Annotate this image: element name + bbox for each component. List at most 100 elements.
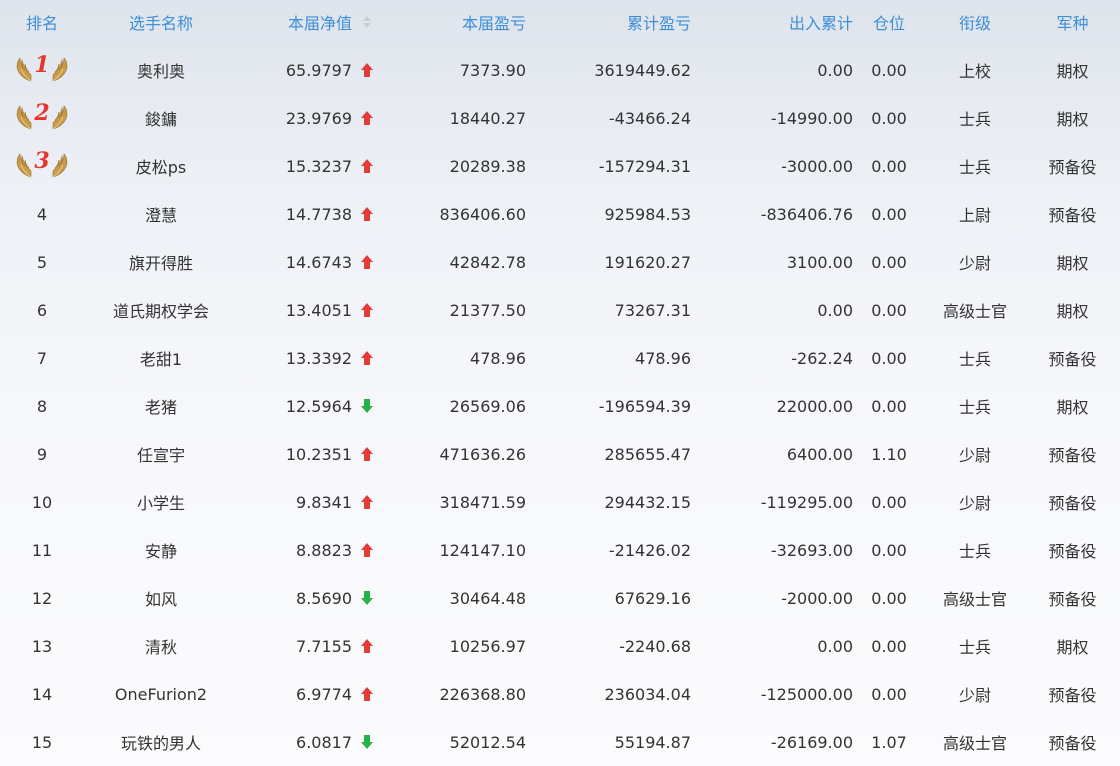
header-cum-pnl[interactable]: 累计盈亏	[526, 0, 691, 44]
table-row[interactable]: 7 老甜1 13.3392 478.96 478.96 -262.24 0.00 士兵 预备役	[0, 334, 1120, 382]
table-row[interactable]: 10 小学生 9.8341 318471.59 294432.15 -119295.00 0…	[0, 478, 1120, 526]
cum-flow-value: -3000.00	[781, 156, 853, 176]
trend-up-icon	[360, 351, 374, 365]
branch-value: 预备役	[1048, 206, 1097, 225]
cum-flow-value: 0.00	[817, 60, 853, 80]
header-position[interactable]: 仓位	[853, 0, 925, 44]
title-rank-value: 士兵	[958, 398, 991, 417]
trend-cell	[352, 334, 382, 382]
rank-number: 10	[31, 492, 53, 512]
header-name[interactable]: 选手名称	[84, 0, 238, 44]
player-name[interactable]: 如风	[84, 574, 238, 622]
trend-cell	[352, 382, 382, 430]
header-branch[interactable]: 军种	[1025, 0, 1120, 44]
player-name[interactable]: 老甜1	[84, 334, 238, 382]
table-row[interactable]: 13 清秋 7.7155 10256.97 -2240.68 0.00 0.00 士兵 期权	[0, 622, 1120, 670]
player-name[interactable]: 安静	[84, 526, 238, 574]
trend-cell	[352, 286, 382, 334]
table-row[interactable]: 1 奥利奥 65.9797 7373.90 3619449.62 0.00 0.00 上校 期权	[0, 46, 1120, 94]
table-row[interactable]: 5 旗开得胜 14.6743 42842.78 191620.27 3100.00 0.00…	[0, 238, 1120, 286]
title-rank-value: 高级士官	[942, 590, 1007, 609]
position-value: 0.00	[871, 300, 907, 320]
nav-value: 14.7738	[285, 204, 352, 224]
cum-pnl-value: -157294.31	[598, 156, 691, 176]
branch-value: 预备役	[1048, 542, 1097, 561]
cum-flow-value: 3100.00	[786, 252, 853, 272]
nav-value: 65.9797	[285, 60, 352, 80]
cum-flow-value: -14990.00	[770, 108, 853, 128]
player-name[interactable]: OneFurion2	[84, 670, 238, 718]
cum-flow-value: 22000.00	[776, 396, 853, 416]
player-name[interactable]: 奥利奥	[84, 46, 238, 94]
sort-icon[interactable]	[352, 0, 382, 44]
branch-value: 预备役	[1048, 446, 1097, 465]
nav-value: 8.8823	[296, 540, 352, 560]
table-row[interactable]: 12 如风 8.5690 30464.48 67629.16 -2000.00 0.00 高级…	[0, 574, 1120, 622]
nav-value: 23.9769	[285, 108, 352, 128]
cum-pnl-value: 67629.16	[614, 588, 691, 608]
table-row[interactable]: 3 皮松ps 15.3237 20289.38 -157294.31 -3000.00 0.…	[0, 142, 1120, 190]
cum-flow-value: -32693.00	[770, 540, 853, 560]
rank-number: 7	[36, 348, 48, 368]
player-name[interactable]: 澄慧	[84, 190, 238, 238]
trend-cell	[352, 430, 382, 478]
branch-value: 期权	[1056, 302, 1089, 321]
header-cum-flow[interactable]: 出入累计	[691, 0, 853, 44]
trend-cell	[352, 718, 382, 766]
trend-up-icon	[360, 207, 374, 221]
header-nav[interactable]: 本届净值	[238, 0, 352, 44]
table-row[interactable]: 2 鋑鏞 23.9769 18440.27 -43466.24 -14990.00 0.00…	[0, 94, 1120, 142]
pnl-value: 7373.90	[459, 60, 526, 80]
branch-value: 预备役	[1048, 350, 1097, 369]
nav-value: 15.3237	[285, 156, 352, 176]
trend-down-icon	[360, 399, 374, 413]
rank-number: 6	[36, 300, 48, 320]
pnl-value: 226368.80	[439, 684, 526, 704]
table-row[interactable]: 4 澄慧 14.7738 836406.60 925984.53 -836406.76 0.…	[0, 190, 1120, 238]
table-row[interactable]: 8 老猪 12.5964 26569.06 -196594.39 22000.00 0.00…	[0, 382, 1120, 430]
player-name[interactable]: 旗开得胜	[84, 238, 238, 286]
player-name[interactable]: 鋑鏞	[84, 94, 238, 142]
cum-flow-value: -125000.00	[760, 684, 853, 704]
header-pnl[interactable]: 本届盈亏	[382, 0, 526, 44]
wing-left-icon	[15, 105, 33, 131]
cum-pnl-value: 191620.27	[604, 252, 691, 272]
position-value: 0.00	[871, 108, 907, 128]
title-rank-value: 少尉	[958, 494, 991, 513]
title-rank-value: 士兵	[958, 542, 991, 561]
cum-pnl-value: 478.96	[635, 348, 691, 368]
player-name[interactable]: 任宣宇	[84, 430, 238, 478]
table-row[interactable]: 11 安静 8.8823 124147.10 -21426.02 -32693.00 0.0…	[0, 526, 1120, 574]
pnl-value: 21377.50	[449, 300, 526, 320]
position-value: 0.00	[871, 348, 907, 368]
pnl-value: 18440.27	[449, 108, 526, 128]
rank-number: 3	[34, 148, 50, 174]
player-name[interactable]: 道氏期权学会	[84, 286, 238, 334]
table-row[interactable]: 14 OneFurion2 6.9774 226368.80 236034.04 -125…	[0, 670, 1120, 718]
table-row[interactable]: 6 道氏期权学会 13.4051 21377.50 73267.31 0.00 0.00 高级…	[0, 286, 1120, 334]
branch-value: 预备役	[1048, 590, 1097, 609]
player-name[interactable]: 清秋	[84, 622, 238, 670]
trend-up-icon	[360, 543, 374, 557]
player-name[interactable]: 皮松ps	[84, 142, 238, 190]
pnl-value: 30464.48	[449, 588, 526, 608]
rank-number: 12	[31, 588, 53, 608]
pnl-value: 52012.54	[449, 732, 526, 752]
position-value: 0.00	[871, 156, 907, 176]
player-name[interactable]: 老猪	[84, 382, 238, 430]
rank-number: 13	[31, 636, 53, 656]
header-title-rank[interactable]: 衔级	[925, 0, 1025, 44]
branch-value: 预备役	[1048, 686, 1097, 705]
rank-medal: 2	[0, 94, 84, 142]
header-rank[interactable]: 排名	[0, 0, 84, 44]
trend-up-icon	[360, 639, 374, 653]
table-row[interactable]: 15 玩铁的男人 6.0817 52012.54 55194.87 -26169.00 1.…	[0, 718, 1120, 766]
table-header: 排名 选手名称 本届净值 本届盈亏 累计盈亏 出入累计 仓位 衔级 军种	[0, 0, 1120, 44]
player-name[interactable]: 玩铁的男人	[84, 718, 238, 766]
position-value: 0.00	[871, 204, 907, 224]
table-row[interactable]: 9 任宣宇 10.2351 471636.26 285655.47 6400.00 1.10…	[0, 430, 1120, 478]
wing-right-icon	[51, 105, 69, 131]
cum-pnl-value: 55194.87	[614, 732, 691, 752]
trend-up-icon	[360, 687, 374, 701]
player-name[interactable]: 小学生	[84, 478, 238, 526]
